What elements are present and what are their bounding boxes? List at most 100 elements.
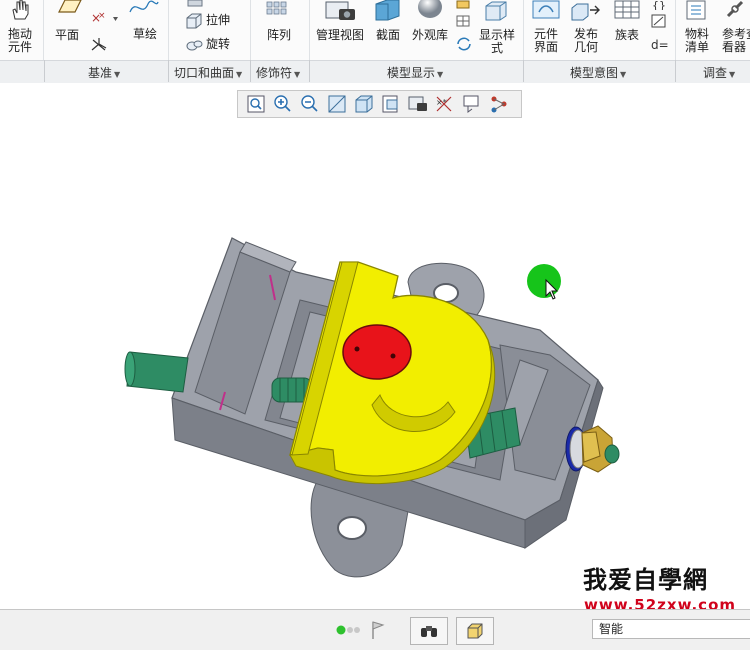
plane-icon: [58, 0, 82, 13]
display-style-button[interactable]: 显示样 式: [477, 0, 519, 56]
publish-geometry-icon: [571, 3, 600, 21]
sphere-icon: [418, 0, 442, 18]
view-manager-icon[interactable]: [406, 93, 430, 115]
watermark-title: 我爱自學網: [583, 566, 708, 594]
publish-geometry-button[interactable]: 发布 几何: [569, 0, 603, 56]
camera-icon: [325, 1, 355, 20]
pattern-icon: [266, 1, 287, 15]
section-label: 截面: [375, 28, 400, 42]
filter-select[interactable]: 智能: [592, 619, 750, 639]
appearance-gallery-button[interactable]: 外观库: [410, 0, 450, 56]
relations-icon[interactable]: d=: [650, 36, 668, 52]
flag-icon[interactable]: [370, 620, 386, 640]
hole-icon[interactable]: [186, 0, 204, 8]
family-table-label: 族表: [614, 28, 639, 42]
table-icon: [614, 0, 640, 19]
group-separator: [309, 60, 310, 82]
refit-icon[interactable]: [244, 93, 268, 115]
zoom-in-icon[interactable]: [271, 93, 295, 115]
repaint-icon[interactable]: [325, 93, 349, 115]
reference-viewer-button[interactable]: 参考查 看器: [720, 0, 750, 56]
ribbon-separator: [250, 0, 251, 60]
dropdown-arrow-icon: ▼: [620, 70, 627, 79]
component-interface-label: 元件 界面: [533, 27, 558, 54]
group-datum[interactable]: 基准 ▼: [88, 64, 120, 81]
display-style-icon: [485, 1, 507, 21]
plane-label: 平面: [54, 28, 79, 42]
revolve-label: 旋转: [206, 37, 231, 51]
chain-icon: [726, 0, 744, 18]
filter-value: 智能: [599, 622, 624, 636]
dropdown-arrow-icon: ▼: [114, 70, 121, 79]
dropdown-arrow-icon: ▼: [729, 70, 736, 79]
revolve-button[interactable]: 旋转: [185, 36, 235, 54]
ribbon-separator: [675, 0, 676, 60]
manage-views-button[interactable]: 管理视图: [313, 0, 367, 56]
drag-components-button[interactable]: 拖动 元件: [2, 0, 38, 56]
group-separator: [675, 60, 676, 82]
dropdown-arrow-icon: ▼: [437, 70, 444, 79]
bill-of-materials-button[interactable]: 物料 清单: [680, 0, 714, 56]
group-model-intent-label: 模型意图: [570, 66, 619, 80]
group-model-display-label: 模型显示: [387, 66, 436, 80]
display-style-label: 显示样 式: [478, 28, 515, 55]
svg-text:×*: ×*: [436, 98, 447, 107]
pattern-label: 阵列: [266, 28, 291, 42]
manage-views-label: 管理视图: [315, 28, 364, 42]
regeneration-status-icon: [336, 625, 360, 635]
saved-views-icon[interactable]: [379, 93, 403, 115]
extrude-label: 拉伸: [206, 13, 231, 27]
group-datum-label: 基准: [88, 66, 113, 80]
coordinate-system-icon[interactable]: [89, 36, 109, 54]
family-table-button[interactable]: 族表: [610, 0, 644, 56]
braces-icon[interactable]: {}: [650, 0, 668, 10]
extrude-button[interactable]: 拉伸: [185, 12, 235, 30]
section-button[interactable]: 截面: [373, 0, 403, 56]
svg-text:d=: d=: [651, 38, 668, 52]
group-investigate[interactable]: 调查 ▼: [703, 64, 735, 81]
group-separator: [523, 60, 524, 82]
watermark-logo: 我爱自學網: [583, 560, 708, 595]
selection-filter-button[interactable]: [456, 617, 494, 645]
graphics-toolbar: ×*: [237, 90, 522, 118]
section-icon: [375, 0, 400, 21]
zoom-out-icon[interactable]: [298, 93, 322, 115]
drag-components-label: 拖动 元件: [7, 27, 32, 54]
component-interface-button[interactable]: 元件 界面: [529, 0, 563, 56]
switch-symbols-icon[interactable]: [650, 13, 668, 29]
group-separator: [250, 60, 251, 82]
spin-center-icon[interactable]: [487, 93, 511, 115]
group-modifiers[interactable]: 修饰符 ▼: [256, 64, 300, 81]
datum-point-icon[interactable]: × ×: [89, 10, 119, 26]
ribbon-separator: [309, 0, 310, 60]
layers-icon[interactable]: [455, 0, 471, 10]
group-cut-surface[interactable]: 切口和曲面 ▼: [174, 64, 242, 81]
annotation-display-icon[interactable]: [460, 93, 484, 115]
ribbon: 拖动 元件 平面 × × 草绘 拉伸 旋转 阵列 管理视图 截面 外观库 显示样…: [0, 0, 750, 60]
group-model-intent[interactable]: 模型意图 ▼: [570, 64, 626, 81]
bill-of-materials-label: 物料 清单: [684, 27, 709, 54]
binoculars-icon: [421, 626, 437, 637]
hand-icon: [12, 0, 29, 20]
plane-button[interactable]: 平面: [50, 0, 84, 56]
find-button[interactable]: [410, 617, 448, 645]
pattern-button[interactable]: 阵列: [262, 0, 296, 56]
curve-icon[interactable]: [128, 0, 160, 16]
svg-text:{}: {}: [652, 0, 666, 10]
grid-icon[interactable]: [455, 14, 471, 28]
datum-display-icon[interactable]: ×*: [433, 93, 457, 115]
shaded-display-icon[interactable]: [352, 93, 376, 115]
publish-geometry-label: 发布 几何: [573, 27, 598, 54]
ribbon-separator: [523, 0, 524, 60]
group-model-display[interactable]: 模型显示 ▼: [387, 64, 443, 81]
revolve-icon: [186, 40, 203, 51]
sketch-button[interactable]: 草绘: [128, 28, 162, 46]
extrude-icon: [186, 13, 202, 29]
dropdown-arrow-icon: ▼: [294, 70, 301, 79]
appearance-gallery-label: 外观库: [411, 28, 448, 42]
cursor-highlight: [527, 264, 561, 300]
ribbon-separator: [168, 0, 169, 60]
group-separator: [168, 60, 169, 82]
svg-text:×: ×: [98, 11, 106, 21]
refresh-icon[interactable]: [455, 36, 473, 52]
